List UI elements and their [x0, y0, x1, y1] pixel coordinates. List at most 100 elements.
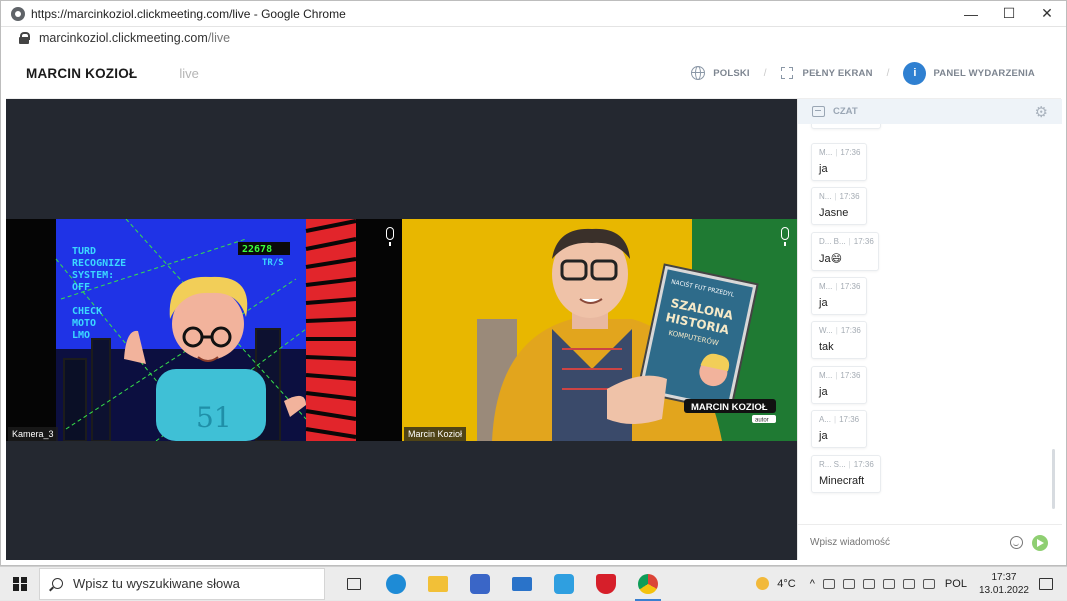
chat-scrollbar[interactable] — [1052, 449, 1055, 509]
chat-header: CZAT ⚙ — [798, 99, 1062, 124]
lock-icon[interactable] — [19, 32, 30, 44]
send-icon[interactable] — [1032, 534, 1048, 551]
notification-icon[interactable] — [1039, 577, 1053, 590]
taskbar-apps — [333, 567, 669, 601]
message-time: 17:36 — [853, 460, 874, 469]
windows-taskbar: Wpisz tu wyszukiwane słowa 4°C ^ POL 17:… — [0, 566, 1067, 601]
chat-message: M... | 17:36 ja — [811, 143, 867, 181]
message-time: 17:36 — [840, 148, 861, 157]
message-text: tak — [819, 341, 834, 353]
windows-start-icon[interactable] — [13, 576, 27, 591]
task-view-icon[interactable] — [333, 567, 375, 601]
message-author: A... — [819, 415, 832, 424]
svg-text:51: 51 — [196, 401, 232, 434]
chat-message: M... | 17:36 ja — [811, 366, 867, 404]
message-author: N... — [819, 192, 832, 201]
svg-text:CHECK: CHECK — [72, 306, 102, 317]
maximize-button[interactable]: ☐ — [990, 1, 1028, 27]
svg-text:MARCIN KOZIOŁ: MARCIN KOZIOŁ — [691, 402, 768, 413]
chat-input-bar — [798, 524, 1062, 560]
l-app-icon[interactable] — [543, 567, 585, 601]
chat-message-partial: tak — [811, 124, 881, 129]
search-icon — [52, 578, 63, 589]
language-button[interactable]: POLSKI — [691, 66, 750, 80]
clock-time: 17:37 — [991, 571, 1017, 583]
header-divider: / — [763, 67, 767, 79]
mic-icon[interactable] — [781, 227, 789, 246]
game-screen-image: TURD RECOGNIZE SYSTEM: OFF CHECK MOTO LM… — [6, 219, 402, 441]
chrome-icon[interactable] — [627, 567, 669, 601]
chat-message: D... B... | 17:36 Ja😄 — [811, 232, 879, 271]
tray-app-icon[interactable] — [862, 578, 875, 589]
fullscreen-button[interactable]: PEŁNY EKRAN — [780, 67, 873, 79]
header-divider: / — [886, 67, 890, 79]
language-label: POLSKI — [713, 67, 750, 79]
message-author: M... — [819, 282, 833, 291]
url-path: /live — [207, 31, 231, 45]
input-language[interactable]: POL — [945, 578, 967, 590]
chat-message: N... | 17:36 Jasne — [811, 187, 867, 225]
battery-icon[interactable] — [882, 578, 895, 589]
tray-app-icon[interactable] — [842, 578, 855, 589]
tray-app-icon[interactable] — [822, 578, 835, 589]
chat-message: W... | 17:36 tak — [811, 321, 867, 359]
title-bar: https://marcinkoziol.clickmeeting.com/li… — [1, 1, 1066, 27]
weather-temp[interactable]: 4°C — [777, 578, 795, 590]
wifi-icon[interactable] — [902, 578, 915, 589]
svg-text:TURD: TURD — [72, 246, 96, 257]
message-text: ja — [819, 386, 828, 398]
message-text: ja — [819, 430, 828, 442]
header-actions: POLSKI / PEŁNY EKRAN / i PANEL WYDARZENI… — [691, 61, 1035, 85]
emoji-icon[interactable] — [1010, 536, 1023, 549]
svg-text:MOTO: MOTO — [72, 318, 96, 329]
svg-text:SYSTEM:: SYSTEM: — [72, 270, 114, 281]
message-text: Jasne — [819, 207, 849, 219]
presenter-video-image: NACIŚT FUT PRZEDYL SZALONA HISTORIA KOMP… — [402, 219, 797, 441]
chat-message: A... | 17:36 ja — [811, 410, 867, 448]
weather-icon[interactable] — [751, 567, 773, 601]
tray-chevron-icon[interactable]: ^ — [810, 578, 815, 590]
address-bar[interactable]: marcinkoziol.clickmeeting.com/live — [1, 27, 1066, 49]
store-icon[interactable] — [459, 567, 501, 601]
svg-text:TR/S: TR/S — [262, 258, 284, 268]
message-text: ja — [819, 163, 828, 175]
close-button[interactable]: ✕ — [1028, 1, 1066, 27]
message-time: 17:36 — [840, 326, 861, 335]
chat-message: M... | 17:36 ja — [811, 277, 867, 315]
file-explorer-icon[interactable] — [417, 567, 459, 601]
chat-icon — [812, 106, 825, 117]
mic-icon[interactable] — [386, 227, 394, 246]
clock-date: 13.01.2022 — [978, 584, 1029, 596]
message-author: M... — [819, 148, 833, 157]
video-tile-presenter[interactable]: NACIŚT FUT PRZEDYL SZALONA HISTORIA KOMP… — [402, 219, 797, 441]
video-tile-kamera[interactable]: TURD RECOGNIZE SYSTEM: OFF CHECK MOTO LM… — [6, 219, 402, 441]
chat-message: R... S... | 17:36 Minecraft — [811, 455, 881, 493]
taskbar-search[interactable]: Wpisz tu wyszukiwane słowa — [39, 567, 325, 600]
url-text[interactable]: marcinkoziol.clickmeeting.com/live — [39, 31, 230, 45]
volume-icon[interactable] — [922, 578, 935, 589]
fullscreen-label: PEŁNY EKRAN — [802, 67, 873, 79]
message-author: R... S... — [819, 460, 846, 469]
mail-icon[interactable] — [501, 567, 543, 601]
gear-icon[interactable]: ⚙ — [1035, 103, 1048, 121]
chat-title: CZAT — [833, 106, 858, 117]
message-author: W... — [819, 326, 833, 335]
svg-text:LMO: LMO — [72, 330, 90, 341]
chat-message-input[interactable] — [810, 537, 1000, 548]
minimize-button[interactable]: — — [952, 1, 990, 27]
chat-messages[interactable]: tak M...|17:36 ja N...|17:36 Jasne D... … — [798, 124, 1062, 524]
event-panel-label: PANEL WYDARZENIA — [933, 67, 1035, 79]
svg-text:RECOGNIZE: RECOGNIZE — [72, 258, 126, 269]
message-author: M... — [819, 371, 833, 380]
taskbar-clock[interactable]: 17:37 13.01.2022 — [979, 571, 1029, 597]
video-label: Kamera_3 — [8, 427, 58, 441]
event-panel-button[interactable]: i PANEL WYDARZENIA — [903, 61, 1035, 85]
fullscreen-icon — [780, 67, 793, 79]
edge-icon[interactable] — [375, 567, 417, 601]
live-tag: live — [179, 65, 199, 81]
mcafee-icon[interactable] — [585, 567, 627, 601]
video-stage: TURD RECOGNIZE SYSTEM: OFF CHECK MOTO LM… — [6, 99, 797, 560]
chat-panel: CZAT ⚙ tak M...|17:36 ja N...|17:36 Jasn… — [797, 99, 1062, 560]
svg-text:22678: 22678 — [242, 244, 272, 255]
message-time: 17:36 — [839, 415, 860, 424]
